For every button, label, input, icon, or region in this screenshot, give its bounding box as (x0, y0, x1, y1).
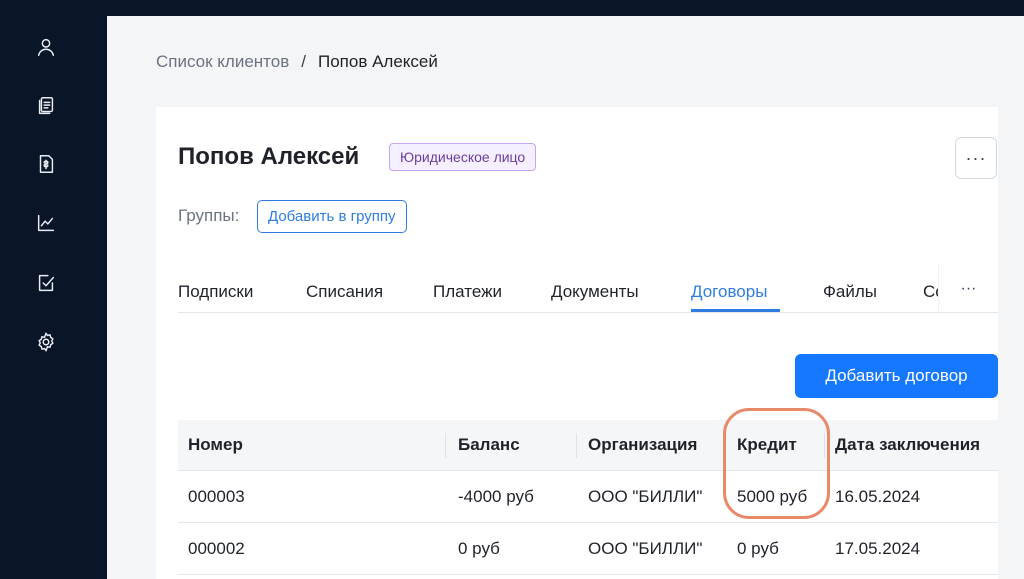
groups-label: Группы: (178, 206, 240, 225)
breadcrumb-link-clients[interactable]: Список клиентов (156, 52, 289, 72)
column-header-date[interactable]: Дата заключения (835, 420, 980, 470)
column-divider (724, 433, 725, 458)
cell-organization: ООО "БИЛЛИ" (588, 538, 703, 558)
add-contract-button[interactable]: Добавить договор (795, 354, 998, 398)
breadcrumb-separator: / (301, 52, 306, 71)
user-icon[interactable] (34, 35, 58, 59)
client-type-badge: Юридическое лицо (389, 143, 537, 171)
cell-number: 000003 (188, 486, 245, 506)
tab-charges[interactable]: Списания (306, 282, 383, 302)
tab-contracts[interactable]: Договоры (691, 282, 767, 302)
table-header: Номер Баланс Организация Кредит Дата зак… (178, 420, 998, 471)
column-divider (824, 433, 825, 458)
contracts-table: Номер Баланс Организация Кредит Дата зак… (178, 420, 998, 575)
cell-credit: 0 руб (737, 538, 779, 558)
cell-balance: -4000 руб (458, 486, 534, 506)
table-row[interactable]: 000002 0 руб ООО "БИЛЛИ" 0 руб 17.05.202… (178, 523, 998, 575)
documents-icon[interactable] (34, 94, 58, 118)
cell-date: 17.05.2024 (835, 538, 921, 558)
page-title: Попов Алексей (178, 143, 360, 170)
column-header-credit[interactable]: Кредит (737, 420, 797, 470)
breadcrumb: Список клиентов / Попов Алексей (156, 52, 438, 72)
column-divider (576, 433, 577, 458)
add-to-group-button[interactable]: Добавить в группу (257, 200, 407, 233)
column-header-number[interactable]: Номер (188, 420, 243, 470)
cell-balance: 0 руб (458, 538, 500, 558)
main-content: Список клиентов / Попов Алексей Попов Ал… (107, 16, 1024, 579)
cell-number: 000002 (188, 538, 245, 558)
column-header-balance[interactable]: Баланс (458, 420, 520, 470)
more-actions-button[interactable]: ··· (955, 137, 997, 179)
client-card: Попов Алексей Юридическое лицо ··· Групп… (156, 107, 998, 579)
cell-date: 16.05.2024 (835, 486, 921, 506)
invoice-icon[interactable] (34, 152, 58, 176)
breadcrumb-current: Попов Алексей (318, 52, 438, 71)
tab-truncated[interactable]: Со (923, 282, 938, 302)
column-header-organization[interactable]: Организация (588, 420, 697, 470)
cell-credit: 5000 руб (737, 486, 808, 506)
sidebar (0, 0, 107, 579)
gear-icon[interactable] (34, 330, 58, 354)
tab-documents[interactable]: Документы (551, 282, 639, 302)
chart-icon[interactable] (34, 211, 58, 235)
table-row[interactable]: 000003 -4000 руб ООО "БИЛЛИ" 5000 руб 16… (178, 471, 998, 523)
tabs-more-button[interactable]: ··· (938, 265, 998, 312)
tabs-divider (178, 312, 998, 313)
tab-subscriptions[interactable]: Подписки (178, 282, 253, 302)
tab-payments[interactable]: Платежи (433, 282, 502, 302)
tab-files[interactable]: Файлы (823, 282, 877, 302)
cell-organization: ООО "БИЛЛИ" (588, 486, 703, 506)
checklist-icon[interactable] (34, 271, 58, 295)
tab-bar: Подписки Списания Платежи Документы Дого… (178, 265, 938, 312)
column-divider (445, 433, 446, 458)
